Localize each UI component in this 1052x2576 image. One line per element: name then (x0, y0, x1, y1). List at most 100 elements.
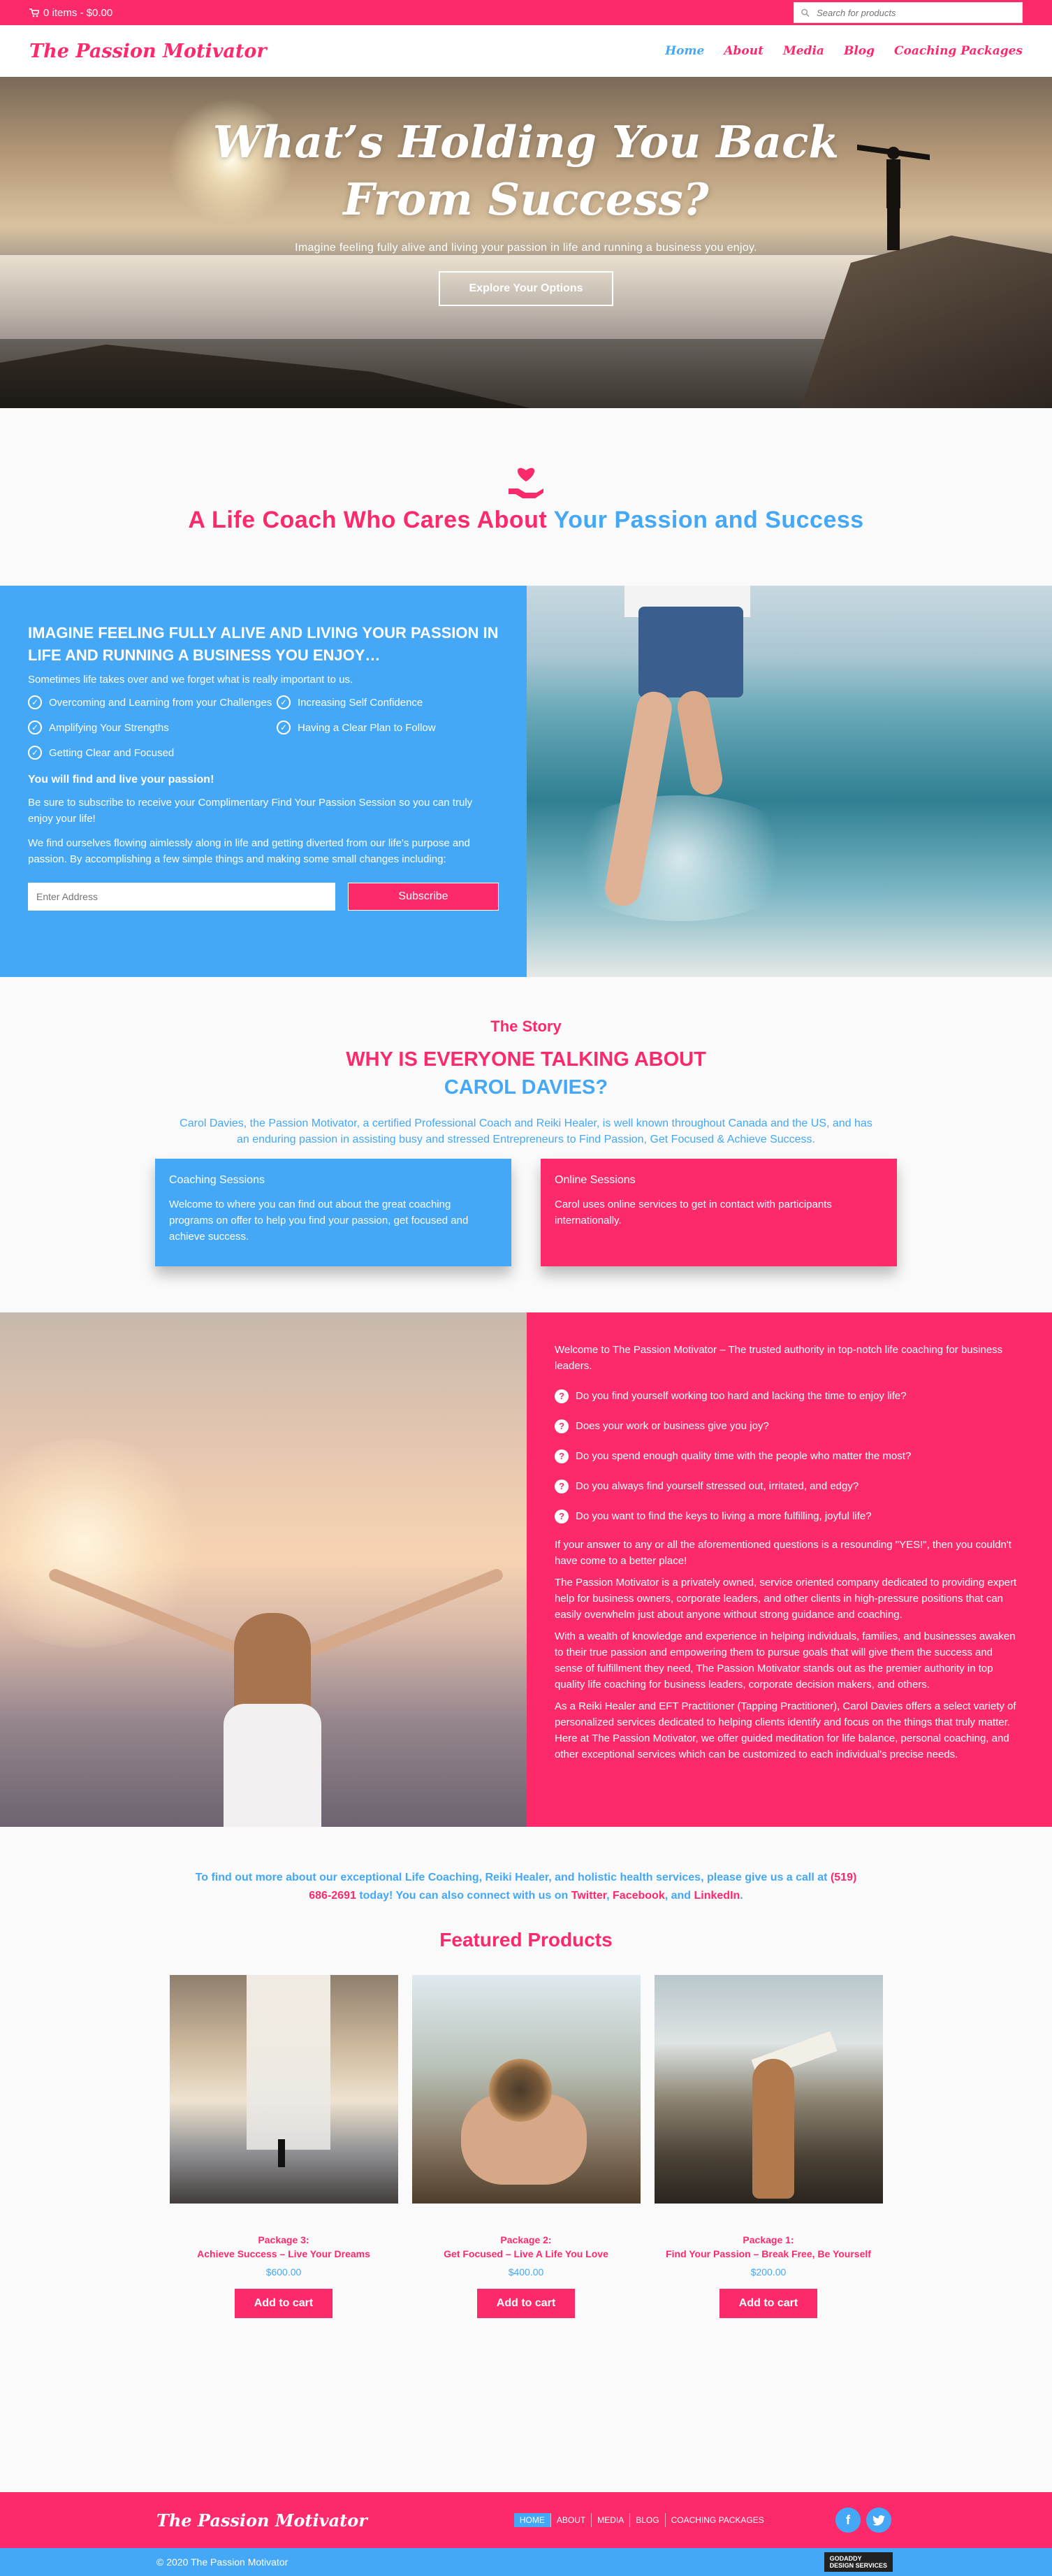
main-nav: Home About Media Blog Coaching Packages (665, 44, 1023, 58)
product-title[interactable]: Package 3: Achieve Success – Live Your Dr… (170, 2233, 398, 2261)
badge-line2: DESIGN SERVICES (829, 2562, 887, 2569)
mountain-woman-product-image[interactable] (654, 1975, 883, 2204)
benefit-item: ✓ Increasing Self Confidence (277, 695, 500, 711)
add-to-cart-button[interactable]: Add to cart (234, 2289, 333, 2318)
benefit-item: ✓ Getting Clear and Focused (28, 746, 277, 761)
question-circle-icon: ? (555, 1419, 569, 1433)
footer-logo[interactable]: The Passion Motivator (156, 2510, 367, 2531)
add-to-cart-button[interactable]: Add to cart (719, 2289, 818, 2318)
welcome-paragraph: With a wealth of knowledge and experienc… (555, 1630, 1016, 1691)
contact-text-part: , (606, 1890, 613, 1902)
twitter-link[interactable]: Twitter (571, 1890, 606, 1902)
question-circle-icon: ? (555, 1389, 569, 1403)
welcome-section: Welcome to The Passion Motivator – The t… (0, 1312, 1052, 1827)
contact-text-part: , and (664, 1890, 694, 1902)
tagline-heading: A Life Coach Who Cares About Your Passio… (188, 507, 863, 534)
story-heading-line2: CAROL DAVIES? (444, 1076, 608, 1099)
contact-text: To find out more about our exceptional L… (184, 1869, 868, 1905)
contact-text-part: today! You can also connect with us on (356, 1890, 571, 1902)
card-text: Welcome to where you can find out about … (169, 1199, 469, 1243)
subscribe-button[interactable]: Subscribe (348, 883, 499, 911)
hero-title-line2: From Success? (343, 173, 709, 225)
footer-nav-about[interactable]: ABOUT (550, 2513, 591, 2527)
question-text: Do you find yourself working too hard an… (576, 1390, 907, 1402)
facebook-link[interactable]: Facebook (613, 1890, 665, 1902)
nav-blog[interactable]: Blog (844, 44, 875, 58)
subscribe-note: Be sure to subscribe to receive your Com… (28, 797, 473, 825)
question-item: ? Do you find yourself working too hard a… (555, 1388, 1021, 1404)
footer-nav-home[interactable]: HOME (513, 2513, 550, 2527)
godaddy-badge[interactable]: GODADDY DESIGN SERVICES (824, 2552, 893, 2572)
hero-title: What’s Holding You Back From Success? (213, 113, 839, 228)
search-icon[interactable] (801, 8, 810, 17)
hero-person-image (857, 144, 930, 252)
question-item: ? Do you always find yourself stressed ou… (555, 1478, 1021, 1494)
search-box (794, 2, 1023, 23)
imagine-heading: IMAGINE FEELING FULLY ALIVE AND LIVING Y… (28, 624, 499, 664)
contact-text-part: . (740, 1890, 743, 1902)
story-kicker: The Story (490, 1018, 562, 1035)
explore-options-button[interactable]: Explore Your Options (438, 271, 614, 306)
product-list: Package 3: Achieve Success – Live Your Dr… (0, 1975, 1052, 2318)
check-circle-icon: ✓ (28, 746, 42, 760)
social-links: f (835, 2508, 891, 2533)
story-section: The Story WHY IS EVERYONE TALKING ABOUT C… (0, 977, 1052, 1312)
cart-link[interactable]: 0 items - $0.00 (29, 7, 112, 19)
product-title-line1: Package 1: (743, 2234, 794, 2245)
nav-media[interactable]: Media (783, 44, 824, 58)
footer-nav-media[interactable]: MEDIA (591, 2513, 629, 2527)
benefit-label: Having a Clear Plan to Follow (298, 722, 436, 734)
featured-products-section: Featured Products Package 3: Achieve Succ… (0, 1905, 1052, 2492)
site-logo[interactable]: The Passion Motivator (29, 41, 267, 62)
question-text: Do you want to find the keys to living a… (576, 1510, 872, 1522)
product-title-line1: Package 3: (258, 2234, 309, 2245)
nav-home[interactable]: Home (665, 44, 704, 58)
product-price: $400.00 (508, 2266, 544, 2278)
waterfall-product-image[interactable] (169, 1975, 398, 2204)
email-field[interactable] (28, 883, 335, 911)
contact-text-part: To find out more about our exceptional L… (195, 1872, 831, 1883)
footer-nav-coaching-packages[interactable]: COACHING PACKAGES (664, 2513, 770, 2527)
question-item: ? Do you want to find the keys to living … (555, 1508, 1021, 1524)
tagline-section: A Life Coach Who Cares About Your Passio… (0, 408, 1052, 586)
nav-coaching-packages[interactable]: Coaching Packages (894, 44, 1023, 58)
facebook-icon[interactable]: f (835, 2508, 861, 2533)
check-circle-icon: ✓ (28, 695, 42, 709)
product-title[interactable]: Package 1: Find Your Passion – Break Free… (655, 2233, 883, 2261)
question-circle-icon: ? (555, 1509, 569, 1524)
nav-about[interactable]: About (724, 44, 764, 58)
twitter-icon[interactable] (866, 2508, 891, 2533)
linkedin-link[interactable]: LinkedIn (694, 1890, 740, 1902)
story-heading-line1: WHY IS EVERYONE TALKING ABOUT (346, 1048, 706, 1071)
imagine-panel: IMAGINE FEELING FULLY ALIVE AND LIVING Y… (0, 586, 527, 977)
add-to-cart-button[interactable]: Add to cart (476, 2289, 576, 2318)
compass-product-image[interactable] (411, 1975, 641, 2204)
cart-summary: 0 items - $0.00 (43, 6, 113, 19)
product-card: Package 3: Achieve Success – Live Your Dr… (169, 1975, 398, 2318)
footer-nav-blog[interactable]: BLOG (629, 2513, 664, 2527)
imagine-section: IMAGINE FEELING FULLY ALIVE AND LIVING Y… (0, 586, 1052, 977)
site-header: The Passion Motivator Home About Media B… (0, 25, 1052, 77)
card-title: Coaching Sessions (169, 1174, 265, 1186)
question-item: ? Does your work or business give you joy… (555, 1418, 1021, 1434)
check-circle-icon: ✓ (28, 721, 42, 735)
product-card: Package 2: Get Focused – Live A Life You … (411, 1975, 641, 2318)
coaching-sessions-card[interactable]: Coaching Sessions Welcome to where you c… (155, 1159, 511, 1266)
question-item: ? Do you spend enough quality time with t… (555, 1448, 1021, 1464)
top-bar: 0 items - $0.00 (0, 0, 1052, 25)
product-title-line2: Get Focused – Live A Life You Love (444, 2248, 608, 2259)
benefit-label: Increasing Self Confidence (298, 697, 423, 709)
question-circle-icon: ? (555, 1449, 569, 1463)
question-text: Do you spend enough quality time with th… (576, 1450, 912, 1462)
footer-nav: HOME ABOUT MEDIA BLOG COACHING PACKAGES (513, 2513, 770, 2527)
search-input[interactable] (817, 7, 1015, 18)
imagine-intro: Sometimes life takes over and we forget … (28, 674, 353, 686)
sunset-woman-image (0, 1312, 527, 1827)
heart-hand-icon (509, 468, 543, 498)
beach-splash-image (527, 586, 1052, 977)
question-circle-icon: ? (555, 1479, 569, 1493)
footer-bottom-bar: © 2020 The Passion Motivator GODADDY DESI… (0, 2548, 1052, 2576)
online-sessions-card[interactable]: Online Sessions Carol uses online servic… (541, 1159, 897, 1266)
check-circle-icon: ✓ (277, 695, 291, 709)
product-title[interactable]: Package 2: Get Focused – Live A Life You … (412, 2233, 641, 2261)
